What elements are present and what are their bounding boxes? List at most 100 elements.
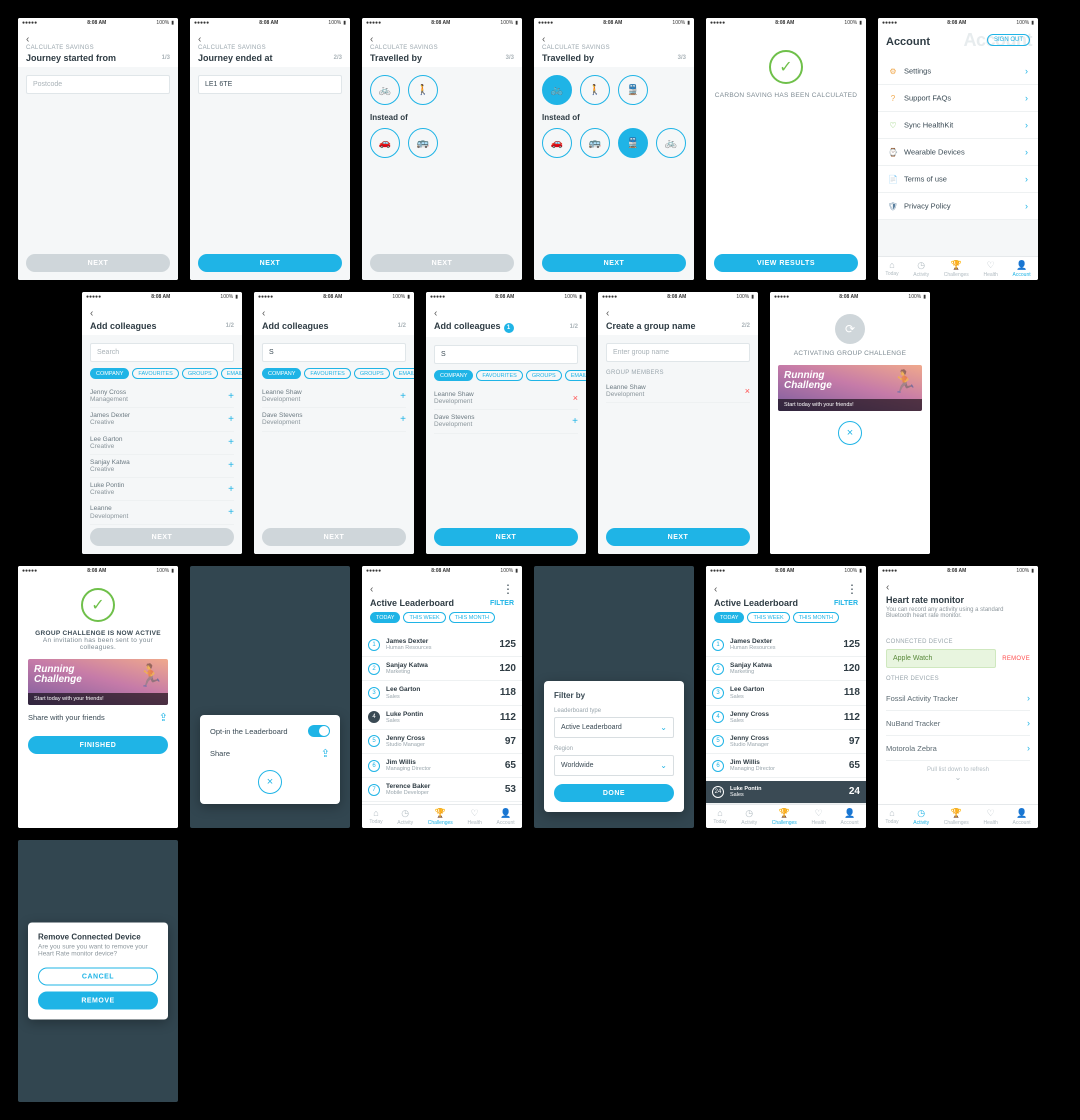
optin-switch[interactable] (308, 725, 330, 737)
device-row[interactable]: Fossil Activity Tracker› (886, 686, 1030, 711)
leaderboard-row[interactable]: 6Jim WillisManaging Director65 (362, 754, 522, 778)
back-icon[interactable]: ‹ (370, 34, 373, 45)
tab-account[interactable]: 👤Account (1013, 260, 1031, 278)
signout-button[interactable]: SIGN OUT (987, 34, 1030, 46)
filter-pill[interactable]: EMAIL (221, 368, 242, 379)
leaderboard-row[interactable]: 1James DexterHuman Resources125 (362, 633, 522, 657)
tab-challenges[interactable]: 🏆Challenges (772, 808, 797, 826)
add-icon[interactable]: + (400, 391, 406, 402)
bike-icon[interactable]: 🚲 (656, 128, 686, 158)
add-icon[interactable]: + (228, 484, 234, 495)
account-item[interactable]: 🛡Privacy Policy› (878, 193, 1038, 220)
add-icon[interactable]: + (228, 460, 234, 471)
tab-today[interactable]: ⌂Today (885, 808, 898, 825)
date-range-tab[interactable]: THIS MONTH (449, 612, 495, 623)
train-icon[interactable]: 🚆 (618, 128, 648, 158)
filter-pill[interactable]: FAVOURITES (132, 368, 178, 379)
car-icon[interactable]: 🚗 (542, 128, 572, 158)
back-icon[interactable]: ‹ (606, 308, 609, 319)
filter-pill[interactable]: GROUPS (526, 370, 562, 381)
next-button[interactable]: NEXT (606, 528, 750, 546)
device-row[interactable]: NuBand Tracker› (886, 711, 1030, 736)
finished-button[interactable]: FINISHED (28, 736, 168, 754)
bike-icon[interactable]: 🚲 (370, 75, 400, 105)
back-icon[interactable]: ‹ (542, 34, 545, 45)
tab-today[interactable]: ⌂Today (369, 808, 382, 825)
remove-link[interactable]: REMOVE (1002, 656, 1030, 662)
group-name-input[interactable]: Enter group name (606, 343, 750, 362)
region-select[interactable]: Worldwide⌄ (554, 755, 674, 776)
leaderboard-row[interactable]: 1James DexterHuman Resources125 (706, 633, 866, 657)
filter-pill[interactable]: EMAIL (565, 370, 586, 381)
more-icon[interactable]: ⋮ (846, 582, 858, 596)
tab-health[interactable]: ♡Health (467, 808, 481, 826)
tab-health[interactable]: ♡Health (983, 808, 997, 826)
tab-account[interactable]: 👤Account (1013, 808, 1031, 826)
leaderboard-row[interactable]: 4Jenny CrossSales112 (706, 706, 866, 730)
filter-link[interactable]: FILTER (490, 600, 514, 607)
back-icon[interactable]: ‹ (714, 584, 717, 595)
close-button[interactable]: × (838, 421, 862, 445)
account-item[interactable]: ⌚Wearable Devices› (878, 139, 1038, 166)
view-results-button[interactable]: VIEW RESULTS (714, 254, 858, 272)
date-range-tab[interactable]: TODAY (714, 612, 744, 623)
device-row[interactable]: Motorola Zebra› (886, 736, 1030, 761)
filter-pill[interactable]: FAVOURITES (476, 370, 522, 381)
filter-pill[interactable]: EMAIL (393, 368, 414, 379)
account-item[interactable]: ⚙Settings› (878, 58, 1038, 85)
filter-link[interactable]: FILTER (834, 600, 858, 607)
filter-pill[interactable]: GROUPS (354, 368, 390, 379)
account-item[interactable]: ?Support FAQs› (878, 85, 1038, 112)
close-button[interactable]: × (258, 770, 282, 794)
tab-today[interactable]: ⌂Today (885, 260, 898, 277)
next-button[interactable]: NEXT (198, 254, 342, 272)
tab-activity[interactable]: ◷Activity (397, 808, 413, 826)
tab-activity[interactable]: ◷Activity (913, 808, 929, 826)
car-icon[interactable]: 🚗 (370, 128, 400, 158)
leaderboard-row[interactable]: 2Sanjay KatwaMarketing120 (706, 657, 866, 681)
tab-health[interactable]: ♡Health (811, 808, 825, 826)
tab-challenges[interactable]: 🏆Challenges (944, 808, 969, 826)
remove-icon[interactable]: × (745, 386, 750, 396)
tab-today[interactable]: ⌂Today (713, 808, 726, 825)
remove-icon[interactable]: × (573, 393, 578, 403)
walk-icon[interactable]: 🚶 (580, 75, 610, 105)
next-button[interactable]: NEXT (434, 528, 578, 546)
account-item[interactable]: 📄Terms of use› (878, 166, 1038, 193)
back-icon[interactable]: ‹ (26, 34, 29, 45)
account-item[interactable]: ♡Sync HealthKit› (878, 112, 1038, 139)
date-range-tab[interactable]: THIS WEEK (747, 612, 789, 623)
date-range-tab[interactable]: TODAY (370, 612, 400, 623)
filter-pill[interactable]: COMPANY (434, 370, 473, 381)
bus-icon[interactable]: 🚌 (408, 128, 438, 158)
back-icon[interactable]: ‹ (370, 584, 373, 595)
cancel-button[interactable]: CANCEL (38, 968, 158, 986)
tab-activity[interactable]: ◷Activity (913, 260, 929, 278)
bike-icon[interactable]: 🚲 (542, 75, 572, 105)
train-icon[interactable]: 🚆 (618, 75, 648, 105)
postcode-input[interactable]: LE1 6TE (198, 75, 342, 94)
tab-health[interactable]: ♡Health (983, 260, 997, 278)
next-button[interactable]: NEXT (542, 254, 686, 272)
tab-activity[interactable]: ◷Activity (741, 808, 757, 826)
back-icon[interactable]: ‹ (886, 582, 889, 593)
date-range-tab[interactable]: THIS MONTH (793, 612, 839, 623)
share-icon[interactable]: ⇪ (321, 747, 330, 760)
share-icon[interactable]: ⇪ (159, 711, 168, 724)
search-input[interactable]: S (262, 343, 406, 362)
filter-pill[interactable]: COMPANY (262, 368, 301, 379)
tab-account[interactable]: 👤Account (497, 808, 515, 826)
date-range-tab[interactable]: THIS WEEK (403, 612, 445, 623)
search-input[interactable]: S (434, 345, 578, 364)
tab-challenges[interactable]: 🏆Challenges (428, 808, 453, 826)
remove-button[interactable]: REMOVE (38, 992, 158, 1010)
leaderboard-row[interactable]: 5Jenny CrossStudio Manager97 (362, 730, 522, 754)
leaderboard-row[interactable]: 2Sanjay KatwaMarketing120 (362, 657, 522, 681)
done-button[interactable]: DONE (554, 784, 674, 802)
add-icon[interactable]: + (228, 507, 234, 518)
add-icon[interactable]: + (228, 414, 234, 425)
add-icon[interactable]: + (228, 391, 234, 402)
more-icon[interactable]: ⋮ (502, 582, 514, 596)
back-icon[interactable]: ‹ (434, 308, 437, 319)
back-icon[interactable]: ‹ (90, 308, 93, 319)
